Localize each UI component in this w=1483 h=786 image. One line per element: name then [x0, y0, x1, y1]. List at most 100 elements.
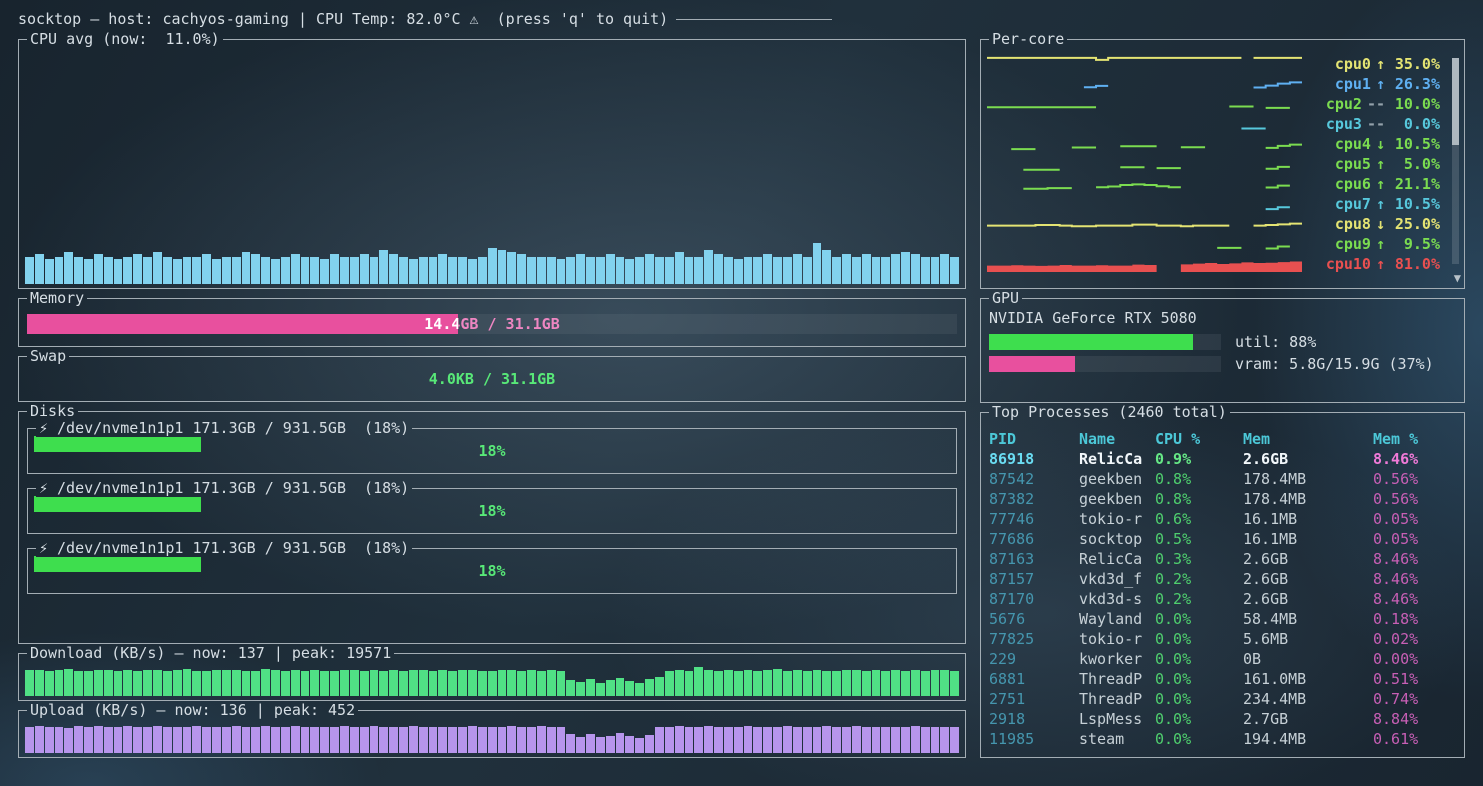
- upload-history-chart: [25, 723, 959, 753]
- upload-title: Upload (KB/s) — now: 136 | peak: 452: [27, 701, 358, 719]
- process-mem: 16.1MB: [1243, 509, 1373, 529]
- process-pid: 11985: [989, 729, 1079, 749]
- process-row[interactable]: 77825 tokio-r 0.0% 5.6MB 0.02%: [989, 629, 1456, 649]
- process-cpu: 0.6%: [1155, 509, 1243, 529]
- process-pid: 77686: [989, 529, 1079, 549]
- process-cpu: 0.0%: [1155, 709, 1243, 729]
- process-row[interactable]: 2751 ThreadP 0.0% 234.4MB 0.74%: [989, 689, 1456, 709]
- core-trend-icon: ↑: [1376, 235, 1385, 253]
- process-mem: 178.4MB: [1243, 489, 1373, 509]
- core-sparkline: [987, 156, 1302, 172]
- process-row[interactable]: 6881 ThreadP 0.0% 161.0MB 0.51%: [989, 669, 1456, 689]
- process-row[interactable]: 77686 socktop 0.5% 16.1MB 0.05%: [989, 529, 1456, 549]
- core-trend-icon: ↑: [1376, 75, 1385, 93]
- gpu-title: GPU: [989, 289, 1022, 307]
- core-label: cpu0↑35.0%: [1310, 55, 1440, 73]
- core-row-cpu2: cpu2--10.0%: [987, 94, 1440, 114]
- process-row[interactable]: 87542 geekben 0.8% 178.4MB 0.56%: [989, 469, 1456, 489]
- process-memp: 0.61%: [1373, 729, 1456, 749]
- column-memp: Mem %: [1373, 429, 1456, 449]
- process-row[interactable]: 11985 steam 0.0% 194.4MB 0.61%: [989, 729, 1456, 749]
- disk-usage: 171.3GB / 931.5GB (18%): [192, 479, 409, 497]
- process-pid: 2751: [989, 689, 1079, 709]
- core-row-cpu9: cpu9↑9.5%: [987, 234, 1440, 254]
- core-sparkline: [987, 96, 1302, 112]
- scroll-down-icon[interactable]: ▼: [1454, 272, 1461, 284]
- top-processes-panel: Top Processes (2460 total) PID Name CPU …: [980, 412, 1465, 758]
- process-row[interactable]: 87382 geekben 0.8% 178.4MB 0.56%: [989, 489, 1456, 509]
- process-row[interactable]: 86918 RelicCa 0.9% 2.6GB 8.46%: [989, 449, 1456, 469]
- process-memp: 8.46%: [1373, 549, 1456, 569]
- scrollbar-thumb[interactable]: [1452, 58, 1459, 145]
- memory-title: Memory: [27, 289, 87, 307]
- core-sparkline: [987, 56, 1302, 72]
- per-core-scrollbar[interactable]: [1452, 58, 1459, 264]
- right-column: Per-core cpu0↑35.0% cpu1↑26.3% cpu2--10.…: [980, 30, 1465, 758]
- core-trend-icon: ↑: [1376, 255, 1385, 273]
- core-sparkline: [987, 76, 1302, 92]
- process-pid: 77825: [989, 629, 1079, 649]
- process-pid: 6881: [989, 669, 1079, 689]
- gpu-vram-bar: [989, 356, 1221, 372]
- core-value: 10.0%: [1390, 95, 1440, 113]
- gpu-vram-label: vram: 5.8G/15.9G (37%): [1235, 355, 1434, 373]
- core-rows: cpu0↑35.0% cpu1↑26.3% cpu2--10.0% cpu3--…: [987, 54, 1440, 282]
- process-row[interactable]: 5676 Wayland 0.0% 58.4MB 0.18%: [989, 609, 1456, 629]
- process-cpu: 0.0%: [1155, 649, 1243, 669]
- gpu-vram-bar-fill: [989, 356, 1075, 372]
- process-row[interactable]: 87163 RelicCa 0.3% 2.6GB 8.46%: [989, 549, 1456, 569]
- disk-item: ⚡/dev/nvme1n1p1171.3GB / 931.5GB (18%) 1…: [27, 488, 957, 534]
- core-row-cpu7: cpu7↑10.5%: [987, 194, 1440, 214]
- process-mem: 161.0MB: [1243, 669, 1373, 689]
- core-label: cpu9↑9.5%: [1310, 235, 1440, 253]
- disks-title: Disks: [27, 402, 78, 420]
- process-memp: 0.56%: [1373, 469, 1456, 489]
- core-row-cpu6: cpu6↑21.1%: [987, 174, 1440, 194]
- process-memp: 8.46%: [1373, 589, 1456, 609]
- gpu-vram-row: vram: 5.8G/15.9G (37%): [989, 355, 1456, 373]
- process-memp: 0.05%: [1373, 529, 1456, 549]
- process-pid: 86918: [989, 449, 1079, 469]
- core-sparkline: [987, 176, 1302, 192]
- core-row-cpu3: cpu3--0.0%: [987, 114, 1440, 134]
- core-trend-icon: ↑: [1376, 175, 1385, 193]
- core-value: 9.5%: [1390, 235, 1440, 253]
- core-trend-icon: ↑: [1376, 155, 1385, 173]
- core-trend-icon: --: [1367, 95, 1385, 113]
- process-row[interactable]: 2918 LspMess 0.0% 2.7GB 8.84%: [989, 709, 1456, 729]
- process-memp: 0.00%: [1373, 649, 1456, 669]
- core-value: 35.0%: [1390, 55, 1440, 73]
- process-cpu: 0.0%: [1155, 689, 1243, 709]
- core-label: cpu2--10.0%: [1310, 95, 1440, 113]
- process-row[interactable]: 87157 vkd3d_f 0.2% 2.6GB 8.46%: [989, 569, 1456, 589]
- core-label: cpu1 ↑ 26.3%: [1310, 75, 1440, 93]
- process-mem: 5.6MB: [1243, 629, 1373, 649]
- disk-usage: 171.3GB / 931.5GB (18%): [192, 419, 409, 437]
- core-row-cpu1: cpu1 ↑ 26.3%: [987, 74, 1440, 94]
- process-mem: 2.6GB: [1243, 449, 1373, 469]
- process-name: vkd3d-s: [1079, 589, 1155, 609]
- core-name: cpu1: [1335, 75, 1371, 93]
- cpu-avg-title: CPU avg (now: 11.0%): [27, 30, 223, 48]
- core-sparkline: [987, 196, 1302, 212]
- process-pid: 87170: [989, 589, 1079, 609]
- process-pid: 87157: [989, 569, 1079, 589]
- process-cpu: 0.9%: [1155, 449, 1243, 469]
- core-value: 81.0%: [1390, 255, 1440, 273]
- disk-device: /dev/nvme1n1p1: [57, 539, 183, 557]
- core-name: cpu6: [1335, 175, 1371, 193]
- process-row[interactable]: 229 kworker 0.0% 0B 0.00%: [989, 649, 1456, 669]
- core-value: 26.3%: [1390, 75, 1440, 93]
- process-pid: 77746: [989, 509, 1079, 529]
- process-name: steam: [1079, 729, 1155, 749]
- cpu-avg-panel: CPU avg (now: 11.0%): [18, 39, 966, 289]
- process-mem: 234.4MB: [1243, 689, 1373, 709]
- gpu-util-bar-fill: [989, 334, 1193, 350]
- process-name: geekben: [1079, 469, 1155, 489]
- process-table-rows: 86918 RelicCa 0.9% 2.6GB 8.46% 87542 gee…: [989, 449, 1456, 749]
- process-row[interactable]: 87170 vkd3d-s 0.2% 2.6GB 8.46%: [989, 589, 1456, 609]
- column-name: Name: [1079, 429, 1155, 449]
- process-mem: 2.6GB: [1243, 569, 1373, 589]
- process-memp: 0.56%: [1373, 489, 1456, 509]
- process-row[interactable]: 77746 tokio-r 0.6% 16.1MB 0.05%: [989, 509, 1456, 529]
